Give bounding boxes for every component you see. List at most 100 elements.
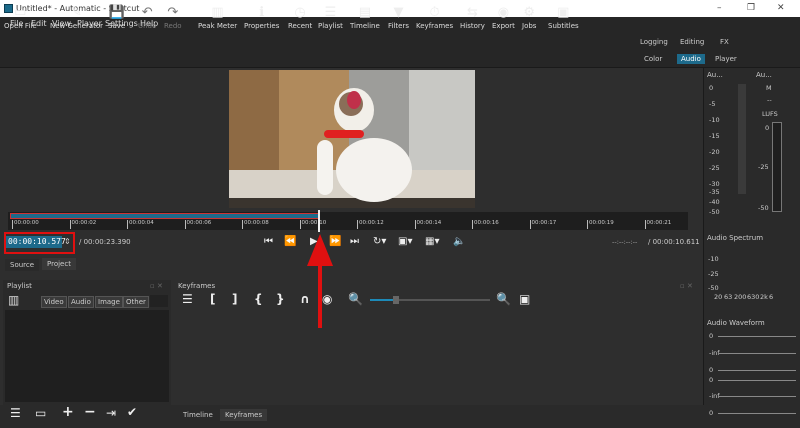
loop-icon[interactable]: ↻▾: [373, 236, 386, 247]
waveform-label: 0: [709, 332, 714, 340]
toolbar-subtitles-button[interactable]: ▣ Subtitles: [548, 4, 579, 30]
toolbar-history-button[interactable]: ⇆ History: [460, 4, 485, 30]
open-icon[interactable]: ▭: [35, 406, 46, 420]
audio-meter-scale: -30: [709, 180, 720, 188]
toolbar-playlist-button[interactable]: ☰ Playlist: [318, 4, 343, 30]
workspace-logging[interactable]: Logging: [636, 37, 672, 47]
in-out-range: [10, 213, 320, 219]
undo-icon: ↶: [141, 5, 153, 20]
spectrum-freq-label: 630: [747, 293, 760, 301]
waveform-line: [718, 336, 796, 337]
skip-end-icon[interactable]: ⏭: [350, 236, 359, 247]
audio-meter-scale: -25: [709, 164, 720, 172]
toolbar-label: Export: [492, 22, 515, 30]
tab-source[interactable]: Source: [5, 259, 40, 271]
spectrum-freq-label: 200: [734, 293, 747, 301]
audio-meter-scrollbar[interactable]: [738, 84, 746, 194]
toolbar-label: History: [460, 22, 485, 30]
loudness-unit: LUFS: [762, 110, 778, 118]
filter-other[interactable]: Other: [123, 296, 149, 308]
zoom-out-icon[interactable]: 🔍: [348, 292, 363, 306]
replace-icon[interactable]: ⇥: [106, 406, 116, 420]
generator-icon: ✎: [71, 5, 82, 20]
tab-timeline[interactable]: Timeline: [178, 409, 218, 421]
filter-image[interactable]: Image: [95, 296, 123, 308]
skip-start-icon[interactable]: ⏮: [264, 236, 273, 247]
rewind-icon[interactable]: ⏪: [284, 236, 296, 247]
close-button[interactable]: ✕: [777, 3, 785, 13]
zoom-slider[interactable]: [370, 296, 490, 304]
ruler-tick: 00:00:04: [127, 220, 154, 229]
grid-icon[interactable]: ▦▾: [425, 236, 439, 247]
maximize-button[interactable]: ❐: [747, 3, 755, 13]
toolbar-jobs-button[interactable]: ⚙ Jobs: [522, 4, 536, 30]
toolbar-label: Properties: [244, 22, 280, 30]
toolbar-export-button[interactable]: ◉ Export: [492, 4, 515, 30]
keyframe-next-icon[interactable]: }: [276, 292, 285, 306]
clock-icon: ◷: [294, 5, 306, 20]
volume-icon[interactable]: 🔈: [453, 236, 465, 247]
toolbar-open-file-button[interactable]: ▭ Open File: [4, 4, 37, 30]
workspace-player[interactable]: Player: [711, 54, 741, 64]
loudness-title: Au...: [756, 71, 772, 79]
update-icon[interactable]: ✔: [127, 405, 137, 419]
keyframes-menu-icon[interactable]: ☰: [182, 292, 193, 306]
spectrum-freq-label: 6: [769, 293, 774, 301]
toolbar-recent-button[interactable]: ◷ Recent: [288, 4, 312, 30]
playlist-search[interactable]: [150, 295, 168, 307]
position-label: / 00:00:10.611: [648, 238, 700, 246]
video-frame-cat: [229, 70, 475, 208]
playlist-menu-icon[interactable]: ☰: [10, 406, 21, 420]
toolbar-properties-button[interactable]: ℹ Properties: [244, 4, 279, 30]
keyframe-prev-icon[interactable]: {: [254, 292, 263, 306]
waveform-title: Audio Waveform: [707, 319, 765, 327]
set-in-icon[interactable]: [: [210, 292, 215, 306]
ruler-tick: 00:00:10: [299, 220, 326, 229]
timeline-icon: ▤: [358, 5, 372, 20]
workspace-editing[interactable]: Editing: [676, 37, 708, 47]
toolbar-keyframes-button[interactable]: ⏱ Keyframes: [416, 4, 453, 30]
toolbar-undo-button[interactable]: ↶ Undo: [138, 4, 156, 30]
toolbar-label: Undo: [138, 22, 157, 30]
filter-audio[interactable]: Audio: [68, 296, 94, 308]
keyframes-close-icon[interactable]: ▫ ✕: [680, 282, 693, 290]
set-out-icon[interactable]: ]: [232, 292, 237, 306]
playlist-close-icon[interactable]: ▫ ✕: [150, 282, 163, 290]
tab-project[interactable]: Project: [42, 258, 76, 270]
ruler-tick: 00:00:00: [12, 220, 39, 229]
workspace-fx[interactable]: FX: [716, 37, 733, 47]
audio-meter-scale: -5: [709, 100, 716, 108]
waveform-label: 0: [709, 366, 714, 374]
peak-meter-icon: ▥: [211, 5, 224, 20]
workspace-color[interactable]: Color: [640, 54, 666, 64]
video-preview[interactable]: [229, 70, 475, 208]
toolbar-save-button[interactable]: 💾 Save: [108, 4, 125, 30]
tab-keyframes[interactable]: Keyframes: [220, 409, 268, 421]
toolbar-filters-button[interactable]: ▼ Filters: [388, 4, 409, 30]
filter-video[interactable]: Video: [41, 296, 67, 308]
audio-meter-scale: -50: [709, 208, 720, 216]
playlist-view-icon[interactable]: ▥: [8, 293, 19, 307]
remove-icon[interactable]: −: [84, 404, 96, 420]
workspace-audio[interactable]: Audio: [677, 54, 705, 64]
loudness-mode: M: [766, 84, 772, 92]
zoom-in-icon[interactable]: 🔍: [496, 292, 511, 306]
ruler-tick: 00:00:02: [69, 220, 96, 229]
timeline-ruler[interactable]: 00:00:00 00:00:02 00:00:04 00:00:06 00:00:08…: [8, 212, 688, 230]
toolbar-label: Save: [108, 22, 126, 30]
zoom-fit-icon[interactable]: ▣▾: [398, 236, 412, 247]
toolbar-peak-meter-button[interactable]: ▥ Peak Meter: [198, 4, 237, 30]
toolbar-new-generator-button[interactable]: ✎ New Generator: [50, 4, 103, 30]
add-icon[interactable]: +: [62, 404, 74, 420]
ruler-tick: 00:00:17: [529, 220, 556, 229]
audio-meter-title: Au...: [707, 71, 723, 79]
annotation-box: [4, 232, 75, 254]
waveform-line: [718, 370, 796, 371]
spectrum-scale: -25: [708, 270, 719, 278]
playhead[interactable]: [318, 210, 320, 232]
minimize-button[interactable]: –: [717, 3, 722, 13]
zoom-fit-keyframes-icon[interactable]: ▣: [519, 292, 530, 306]
playlist-list[interactable]: [5, 310, 169, 402]
toolbar-redo-button[interactable]: ↷ Redo: [164, 4, 182, 30]
toolbar-timeline-button[interactable]: ▤ Timeline: [350, 4, 380, 30]
